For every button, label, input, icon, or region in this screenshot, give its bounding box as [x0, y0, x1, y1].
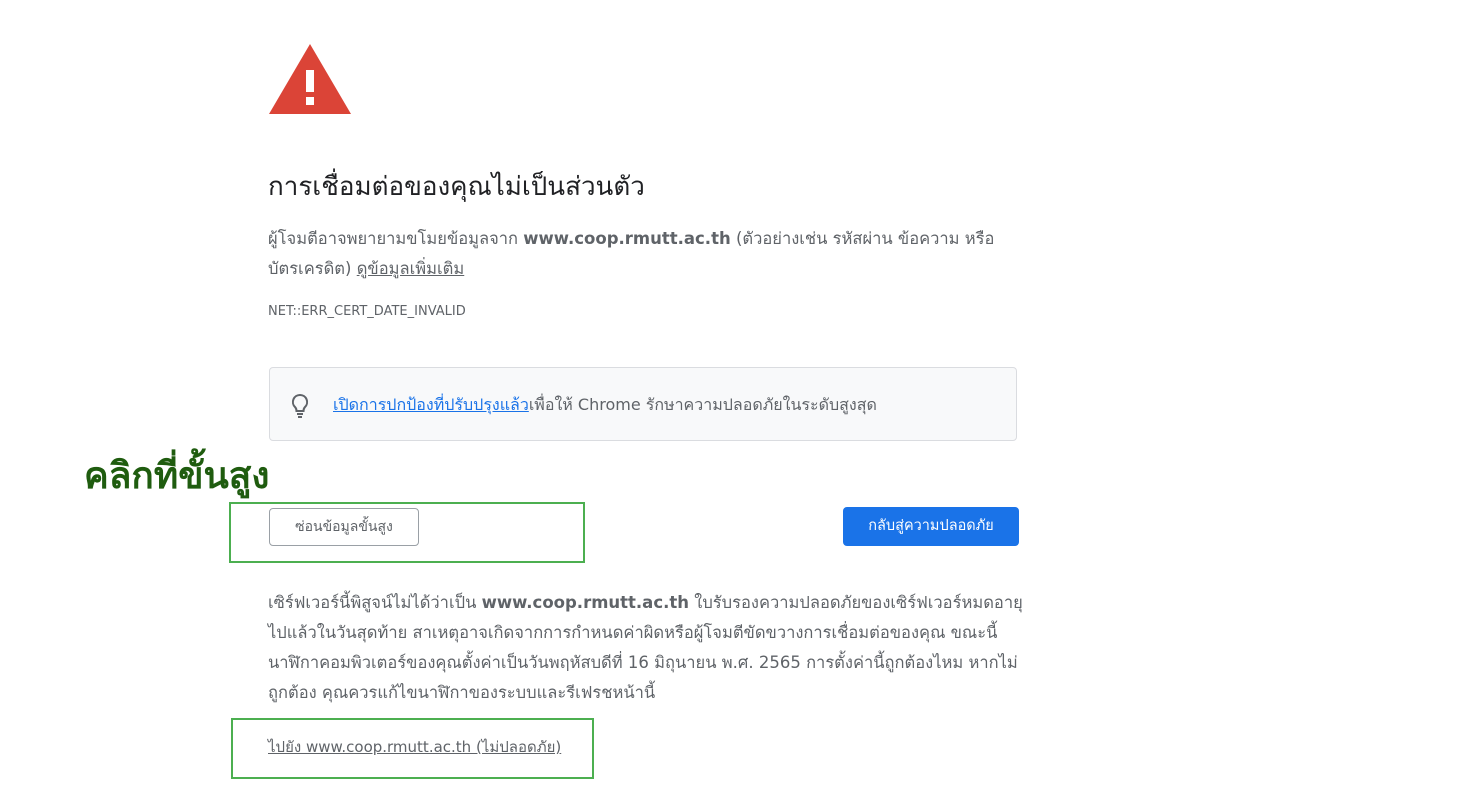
details-text: เซิร์ฟเวอร์นี้พิสูจน์ไม่ได้ว่าเป็น www.c… [268, 588, 1028, 708]
domain-name: www.coop.rmutt.ac.th [523, 229, 731, 248]
learn-more-link[interactable]: ดูข้อมูลเพิ่มเติม [357, 259, 465, 278]
back-to-safety-button[interactable]: กลับสู่ความปลอดภัย [843, 507, 1019, 546]
details-prefix: เซิร์ฟเวอร์นี้พิสูจน์ไม่ได้ว่าเป็น [268, 593, 482, 612]
details-domain: www.coop.rmutt.ac.th [481, 593, 690, 612]
hide-advanced-button[interactable]: ซ่อนข้อมูลขั้นสูง [269, 508, 419, 546]
warning-triangle-icon [269, 44, 351, 114]
enhanced-protection-link[interactable]: เปิดการปกป้องที่ปรับปรุงแล้ว [333, 395, 529, 414]
explanation-prefix: ผู้โจมตีอาจพยายามขโมยข้อมูลจาก [268, 229, 524, 248]
error-code: NET::ERR_CERT_DATE_INVALID [268, 304, 466, 319]
explanation-text: ผู้โจมตีอาจพยายามขโมยข้อมูลจาก www.coop.… [268, 224, 1018, 284]
page-title: การเชื่อมต่อของคุณไม่เป็นส่วนตัว [268, 172, 645, 202]
promo-text: เปิดการปกป้องที่ปรับปรุงแล้วเพื่อให้ Chr… [333, 368, 877, 442]
promo-suffix: เพื่อให้ Chrome รักษาความปลอดภัยในระดับส… [528, 395, 877, 414]
enhanced-protection-promo: เปิดการปกป้องที่ปรับปรุงแล้วเพื่อให้ Chr… [269, 367, 1017, 441]
proceed-unsafe-link[interactable]: ไปยัง www.coop.rmutt.ac.th (ไม่ปลอดภัย) [268, 735, 561, 759]
lightbulb-icon [291, 393, 309, 418]
annotation-label: คลิกที่ขั้นสูง [84, 454, 270, 497]
